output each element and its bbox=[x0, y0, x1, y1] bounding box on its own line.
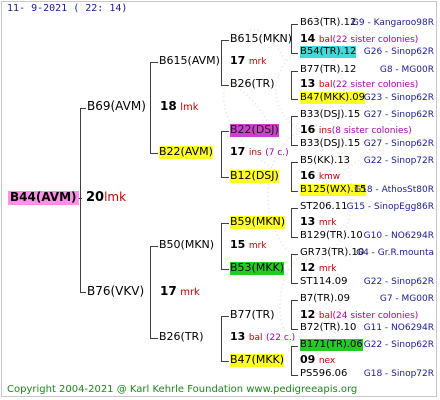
gen2-node[interactable]: B26(TR) bbox=[159, 330, 204, 344]
gen4-leaf[interactable]: B72(TR).10 bbox=[300, 322, 356, 334]
gen4-leaf[interactable]: B5(KK).13 bbox=[300, 155, 350, 167]
gen4-leaf[interactable]: B63(TR).12 bbox=[300, 17, 356, 29]
gen4-code: G15 - SinopEgg86R bbox=[346, 202, 434, 212]
root-node[interactable]: B44(AVM) bbox=[8, 190, 79, 205]
gen3-generation: 16 ins(8 sister colonies) bbox=[300, 123, 412, 136]
copyright-footer: Copyright 2004-2021 @ Karl Kehrle Founda… bbox=[7, 384, 358, 395]
gen4-code: G4 - Gr.R.mounta bbox=[356, 248, 434, 258]
gen3-node[interactable]: B59(MKN) bbox=[230, 215, 286, 229]
gen3-node[interactable]: B12(DSJ) bbox=[230, 169, 279, 183]
gen3-generation: 16 kmw bbox=[300, 169, 341, 182]
gen2-generation: 17 mrk bbox=[230, 54, 267, 67]
gen4-leaf[interactable]: GR73(TR).10 bbox=[300, 247, 364, 259]
gen3-node[interactable]: B47(MKK) bbox=[230, 353, 285, 367]
pedigree-page: 11- 9-2021 ( 22: 14) B44(AVM) 20lmk B69(… bbox=[0, 0, 440, 400]
gen4-leaf[interactable]: B33(DSJ).15 bbox=[300, 138, 360, 150]
gen4-leaf[interactable]: B129(TR).10 bbox=[300, 230, 363, 242]
gen4-code: G22 - Sinop72R bbox=[363, 156, 434, 166]
gen4-code: G10 - NO6294R bbox=[363, 231, 434, 241]
gen3-node[interactable]: B53(MKK) bbox=[230, 261, 285, 275]
gen4-leaf[interactable]: B47(MKK).09 bbox=[300, 92, 366, 104]
gen3-node[interactable]: B77(TR) bbox=[230, 308, 275, 322]
gen3-generation: 14 bal(22 sister colonies) bbox=[300, 32, 419, 45]
gen2-node[interactable]: B50(MKN) bbox=[159, 238, 214, 252]
gen2-generation: 15 mrk bbox=[230, 238, 267, 251]
gen2-node[interactable]: B22(AVM) bbox=[159, 145, 213, 159]
gen3-node[interactable]: B615(MKN) bbox=[230, 32, 292, 46]
gen3-generation: 12 bal(24 sister colonies) bbox=[300, 308, 419, 321]
gen4-leaf[interactable]: PS596.06 bbox=[300, 368, 347, 380]
root-generation: 20lmk bbox=[86, 190, 127, 205]
gen3-generation: 13 bal(22 sister colonies) bbox=[300, 77, 419, 90]
gen4-code: G23 - Sinop62R bbox=[363, 93, 434, 103]
gen4-leaf[interactable]: B33(DSJ).15 bbox=[300, 109, 360, 121]
dam-generation: 17 mrk bbox=[160, 284, 200, 298]
date-stamp: 11- 9-2021 ( 22: 14) bbox=[7, 3, 128, 14]
gen4-code: G18 - Sinop72R bbox=[363, 369, 434, 379]
gen4-leaf[interactable]: ST114.09 bbox=[300, 276, 347, 288]
gen2-generation: 13 bal (22 c.) bbox=[230, 330, 296, 343]
gen4-code: G22 - Sinop62R bbox=[363, 340, 434, 350]
gen3-generation: 13 mrk bbox=[300, 215, 337, 228]
gen2-node[interactable]: B615(AVM) bbox=[159, 54, 220, 68]
gen4-leaf[interactable]: ST206.11 bbox=[300, 201, 347, 213]
sire-generation: 18 lmk bbox=[160, 99, 199, 113]
gen4-leaf[interactable]: B77(TR).12 bbox=[300, 64, 356, 76]
gen4-code: G11 - NO6294R bbox=[363, 323, 434, 333]
gen4-code: G27 - Sinop62R bbox=[363, 139, 434, 149]
gen3-node[interactable]: B26(TR) bbox=[230, 77, 275, 91]
gen4-code: G27 - Sinop62R bbox=[363, 110, 434, 120]
gen4-leaf[interactable]: B7(TR).09 bbox=[300, 293, 350, 305]
gen4-code: G22 - Sinop62R bbox=[363, 277, 434, 287]
gen3-generation: 12 mrk bbox=[300, 261, 337, 274]
gen4-code: G7 - MG00R bbox=[379, 294, 434, 304]
gen4-code: G26 - Sinop62R bbox=[363, 47, 434, 57]
sire-node[interactable]: B69(AVM) bbox=[87, 99, 146, 114]
gen3-generation: 09 nex bbox=[300, 353, 336, 366]
gen2-generation: 17 ins (7 c.) bbox=[230, 145, 289, 158]
gen3-node[interactable]: B22(DSJ) bbox=[230, 123, 279, 137]
gen4-code: G9 - Kangaroo98R bbox=[351, 18, 434, 28]
gen4-leaf[interactable]: B171(TR).06 bbox=[300, 339, 363, 351]
gen4-code: G18 - AthosSt80R bbox=[354, 185, 434, 195]
dam-node[interactable]: B76(VKV) bbox=[87, 284, 144, 299]
gen4-leaf[interactable]: B54(TR).12 bbox=[300, 46, 357, 58]
gen4-code: G8 - MG00R bbox=[379, 65, 434, 75]
